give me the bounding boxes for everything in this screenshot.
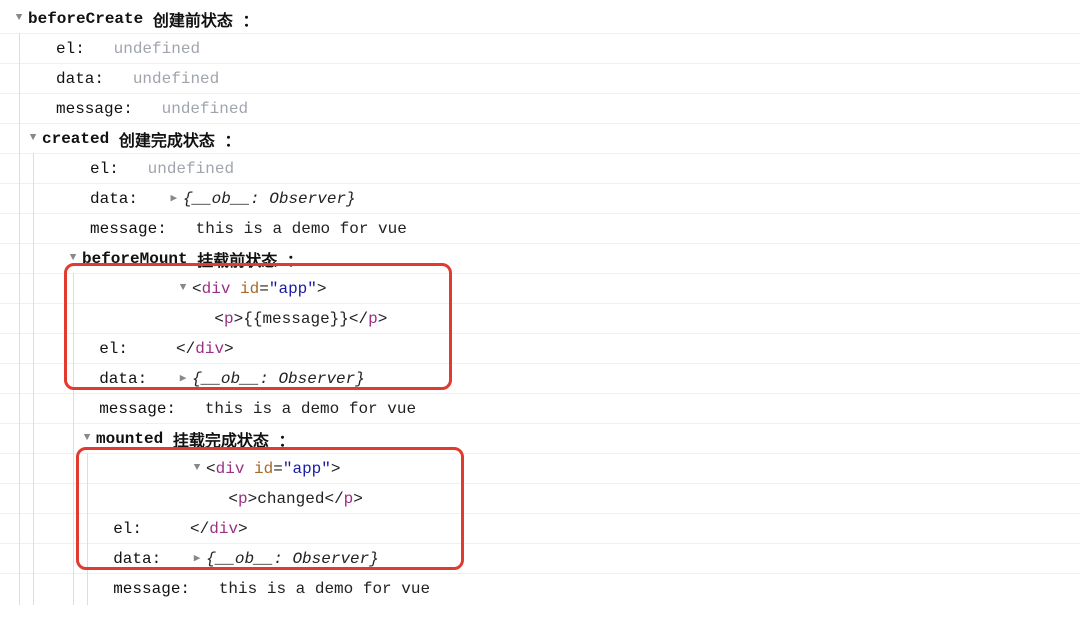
prop-label: el: (56, 40, 85, 58)
log-line: <p>{{message}}</p> (0, 304, 1080, 334)
html-element[interactable]: <div id="app"> (206, 460, 340, 478)
prop-value: undefined (148, 160, 234, 178)
disclosure-right-icon[interactable]: ▶ (167, 191, 181, 205)
log-line: data: ▶ {__ob__: Observer} (0, 364, 1080, 394)
disclosure-down-icon[interactable]: ▼ (190, 462, 204, 474)
log-line: el: undefined (0, 154, 1080, 184)
html-element[interactable]: </div> (190, 520, 248, 538)
log-line: ▼ <div id="app"> (0, 274, 1080, 304)
log-line: message: this is a demo for vue (0, 394, 1080, 424)
group-cn: 挂载完成状态 (173, 427, 269, 451)
observer-object[interactable]: {__ob__: Observer} (206, 550, 379, 568)
group-colon: ： (242, 7, 258, 31)
log-group-header[interactable]: ▼ mounted 挂载完成状态 ： (0, 424, 1080, 454)
prop-value: undefined (114, 40, 200, 58)
log-line: data: ▶ {__ob__: Observer} (0, 544, 1080, 574)
html-element[interactable]: </div> (176, 340, 234, 358)
prop-label: message: (90, 220, 167, 238)
console-output: ▼ beforeCreate 创建前状态 ： el: undefined dat… (0, 0, 1080, 638)
log-line: message: this is a demo for vue (0, 574, 1080, 604)
observer-object[interactable]: {__ob__: Observer} (183, 190, 356, 208)
prop-label: el: (99, 340, 128, 358)
log-line: message: undefined (0, 94, 1080, 124)
log-line: ▼ <div id="app"> (0, 454, 1080, 484)
prop-label: message: (99, 400, 176, 418)
group-colon: ： (224, 127, 240, 151)
html-element[interactable]: <p>{{message}}</p> (214, 310, 387, 328)
group-cn: 创建前状态 (153, 7, 233, 31)
log-line: el: </div> (0, 514, 1080, 544)
log-line: data: ▶ {__ob__: Observer} (0, 184, 1080, 214)
disclosure-down-icon[interactable]: ▼ (12, 12, 26, 24)
prop-value: this is a demo for vue (205, 400, 416, 418)
prop-value: undefined (162, 100, 248, 118)
html-element[interactable]: <div id="app"> (192, 280, 326, 298)
group-name: mounted (96, 430, 163, 448)
group-colon: ： (287, 247, 303, 271)
html-element[interactable]: <p>changed</p> (228, 490, 362, 508)
prop-label: data: (113, 550, 161, 568)
prop-label: el: (113, 520, 142, 538)
log-group-header[interactable]: ▼ beforeMount 挂载前状态 ： (0, 244, 1080, 274)
disclosure-right-icon[interactable]: ▶ (190, 551, 204, 565)
log-line: el: undefined (0, 34, 1080, 64)
disclosure-down-icon[interactable]: ▼ (80, 432, 94, 444)
prop-label: data: (99, 370, 147, 388)
log-line: el: </div> (0, 334, 1080, 364)
group-name: created (42, 130, 109, 148)
group-cn: 创建完成状态 (119, 127, 215, 151)
prop-label: message: (56, 100, 133, 118)
log-group-header[interactable]: ▼ created 创建完成状态 ： (0, 124, 1080, 154)
prop-label: data: (90, 190, 138, 208)
prop-label: el: (90, 160, 119, 178)
group-name: beforeCreate (28, 10, 143, 28)
group-colon: ： (278, 427, 294, 451)
prop-value: this is a demo for vue (219, 580, 430, 598)
disclosure-down-icon[interactable]: ▼ (66, 252, 80, 264)
prop-label: data: (56, 70, 104, 88)
observer-object[interactable]: {__ob__: Observer} (192, 370, 365, 388)
group-cn: 挂载前状态 (197, 247, 277, 271)
prop-value: this is a demo for vue (196, 220, 407, 238)
log-line: data: undefined (0, 64, 1080, 94)
prop-label: message: (113, 580, 190, 598)
log-line: <p>changed</p> (0, 484, 1080, 514)
disclosure-down-icon[interactable]: ▼ (26, 132, 40, 144)
disclosure-down-icon[interactable]: ▼ (176, 282, 190, 294)
disclosure-right-icon[interactable]: ▶ (176, 371, 190, 385)
prop-value: undefined (133, 70, 219, 88)
log-line: message: this is a demo for vue (0, 214, 1080, 244)
log-group-header[interactable]: ▼ beforeCreate 创建前状态 ： (0, 4, 1080, 34)
group-name: beforeMount (82, 250, 188, 268)
